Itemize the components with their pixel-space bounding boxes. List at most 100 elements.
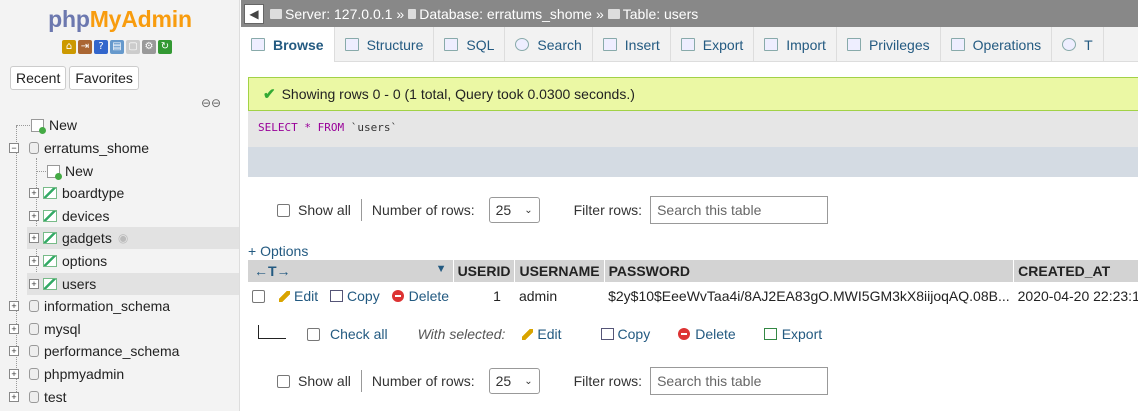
nav-icons: ⌂ ⇥ ? ▤ ▢ ⚙ ↻ bbox=[62, 40, 172, 54]
column-header-username[interactable]: USERNAME bbox=[514, 260, 605, 282]
column-header-created-at[interactable]: CREATED_AT bbox=[1013, 260, 1138, 282]
expand-icon[interactable]: + bbox=[9, 369, 19, 379]
checkmark-icon: ✔ bbox=[263, 86, 276, 103]
breadcrumb-database[interactable]: Database: erratums_shome bbox=[419, 6, 592, 22]
cell-userid[interactable]: 1 bbox=[453, 282, 515, 310]
tree-item-new-table[interactable]: New bbox=[36, 160, 239, 182]
structure-icon bbox=[344, 38, 359, 51]
tab-insert[interactable]: Insert bbox=[593, 27, 671, 62]
row-delete-link[interactable]: Delete bbox=[391, 288, 449, 304]
navigation-panel: phpMyAdmin ⌂ ⇥ ? ▤ ▢ ⚙ ↻ Recent Favorite… bbox=[0, 0, 240, 411]
recent-tab[interactable]: Recent bbox=[10, 66, 67, 90]
tree-db-mysql[interactable]: + mysql bbox=[9, 318, 239, 340]
options-link[interactable]: + Options bbox=[248, 243, 308, 259]
tab-sql[interactable]: SQL bbox=[434, 27, 506, 62]
tree-table-boardtype[interactable]: + boardtype bbox=[29, 182, 239, 204]
tab-search[interactable]: Search bbox=[505, 27, 593, 62]
breadcrumb-server[interactable]: Server: 127.0.0.1 bbox=[285, 6, 392, 22]
cell-created-at[interactable]: 2020-04-20 22:23:18 bbox=[1014, 282, 1138, 310]
column-header-userid[interactable]: USERID bbox=[453, 260, 516, 282]
tree-table-devices[interactable]: + devices bbox=[29, 205, 239, 227]
tree-db-phpmyadmin[interactable]: + phpmyadmin bbox=[9, 363, 239, 385]
hide-eye-icon[interactable]: ◉ bbox=[118, 231, 128, 245]
server-icon bbox=[270, 8, 282, 19]
tree-table-options[interactable]: + options bbox=[29, 250, 239, 272]
tab-bar: Browse Structure SQL Search Insert Expor… bbox=[241, 27, 1138, 62]
tab-export[interactable]: Export bbox=[671, 27, 755, 62]
gear-icon[interactable]: ⚙ bbox=[142, 40, 156, 54]
expand-icon[interactable]: + bbox=[29, 188, 39, 198]
tab-privileges[interactable]: Privileges bbox=[837, 27, 941, 62]
show-all-checkbox[interactable] bbox=[277, 203, 290, 217]
check-all-checkbox[interactable] bbox=[307, 327, 320, 341]
tab-operations[interactable]: Operations bbox=[941, 27, 1053, 62]
sort-dropdown-icon[interactable]: ▼ bbox=[436, 263, 447, 275]
copy-icon[interactable]: ▢ bbox=[126, 40, 140, 54]
row-copy-link[interactable]: Copy bbox=[330, 288, 380, 304]
table-icon bbox=[607, 8, 620, 19]
database-icon bbox=[29, 300, 39, 312]
tree-table-gadgets[interactable]: + gadgets ◉ bbox=[27, 227, 239, 249]
filter-rows-input[interactable]: Search this table bbox=[650, 367, 829, 395]
tab-import[interactable]: Import bbox=[754, 27, 837, 62]
reload-icon[interactable]: ↻ bbox=[158, 40, 172, 54]
home-icon[interactable]: ⌂ bbox=[62, 40, 76, 54]
logout-icon[interactable]: ⇥ bbox=[78, 40, 92, 54]
docs-icon[interactable]: ▤ bbox=[110, 40, 124, 54]
help-icon[interactable]: ? bbox=[94, 40, 108, 54]
favorites-tab[interactable]: Favorites bbox=[69, 66, 139, 90]
num-rows-select[interactable]: 25 ⌄ bbox=[488, 197, 540, 223]
table-icon bbox=[43, 232, 57, 244]
results-table: ←T→ ▼ USERID USERNAME PASSWORD CREATED_AT… bbox=[248, 260, 1138, 310]
link-with-main-icon[interactable]: ⊖⊖ bbox=[201, 96, 221, 110]
cell-username[interactable]: admin bbox=[515, 282, 604, 310]
browse-icon bbox=[251, 38, 265, 51]
collapse-icon[interactable]: − bbox=[9, 143, 19, 153]
column-resize-arrows-icon[interactable]: ←T→ bbox=[254, 263, 291, 279]
expand-icon[interactable]: + bbox=[9, 346, 19, 356]
collapse-nav-icon[interactable]: ◀ bbox=[244, 3, 264, 24]
expand-icon[interactable]: + bbox=[29, 211, 39, 221]
expand-icon[interactable]: + bbox=[29, 256, 39, 266]
tree-item-new[interactable]: New bbox=[16, 114, 239, 136]
table-icon bbox=[43, 255, 57, 267]
tab-structure[interactable]: Structure bbox=[335, 27, 435, 62]
expand-icon[interactable]: + bbox=[9, 392, 19, 402]
row-edit-link[interactable]: Edit bbox=[279, 288, 318, 304]
tree-db-performance-schema[interactable]: + performance_schema bbox=[9, 340, 239, 362]
expand-icon[interactable]: + bbox=[9, 301, 19, 311]
tab-tracking[interactable]: T bbox=[1052, 27, 1104, 62]
tree-db-test[interactable]: + test bbox=[9, 386, 239, 408]
filter-rows-input[interactable]: Search this table bbox=[650, 196, 829, 224]
bulk-delete-button[interactable]: Delete bbox=[678, 326, 736, 342]
column-header-password[interactable]: PASSWORD bbox=[604, 260, 1015, 282]
tree-db-information-schema[interactable]: + information_schema bbox=[9, 295, 239, 317]
new-icon bbox=[31, 118, 46, 134]
chevron-down-icon: ⌄ bbox=[524, 375, 533, 387]
row-checkbox[interactable] bbox=[252, 290, 265, 303]
tree-db-erratums-shome[interactable]: − erratums_shome bbox=[9, 137, 239, 159]
expand-icon[interactable]: + bbox=[29, 233, 39, 243]
tab-browse[interactable]: Browse bbox=[241, 27, 335, 62]
phpmyadmin-logo[interactable]: phpMyAdmin bbox=[0, 6, 239, 33]
delete-icon bbox=[678, 328, 691, 340]
export-icon bbox=[680, 38, 695, 51]
table-row: Edit Copy Delete 1 admin $2y$10$EeeWvTaa… bbox=[248, 282, 1138, 310]
database-icon bbox=[29, 368, 39, 380]
show-all-checkbox[interactable] bbox=[277, 374, 290, 388]
copy-icon bbox=[330, 290, 344, 302]
bulk-export-button[interactable]: Export bbox=[763, 326, 822, 342]
table-navigation-bottom: Show all Number of rows: 25 ⌄ Filter rows… bbox=[241, 366, 1138, 396]
cell-password[interactable]: $2y$10$EeeWvTaa4i/8AJ2EA83gO.MWI5GM3kX8i… bbox=[604, 282, 1014, 310]
tree-table-users[interactable]: + users bbox=[27, 273, 239, 295]
expand-icon[interactable]: + bbox=[9, 324, 19, 334]
expand-icon[interactable]: + bbox=[29, 279, 39, 289]
check-all-label[interactable]: Check all bbox=[330, 326, 388, 342]
num-rows-select[interactable]: 25 ⌄ bbox=[488, 368, 540, 394]
privileges-icon bbox=[846, 38, 861, 51]
bulk-edit-button[interactable]: Edit bbox=[522, 326, 562, 342]
breadcrumb-table[interactable]: Table: users bbox=[623, 6, 698, 22]
chevron-down-icon: ⌄ bbox=[524, 204, 533, 216]
sql-query-toolbar bbox=[248, 147, 1138, 177]
bulk-copy-button[interactable]: Copy bbox=[600, 326, 650, 342]
